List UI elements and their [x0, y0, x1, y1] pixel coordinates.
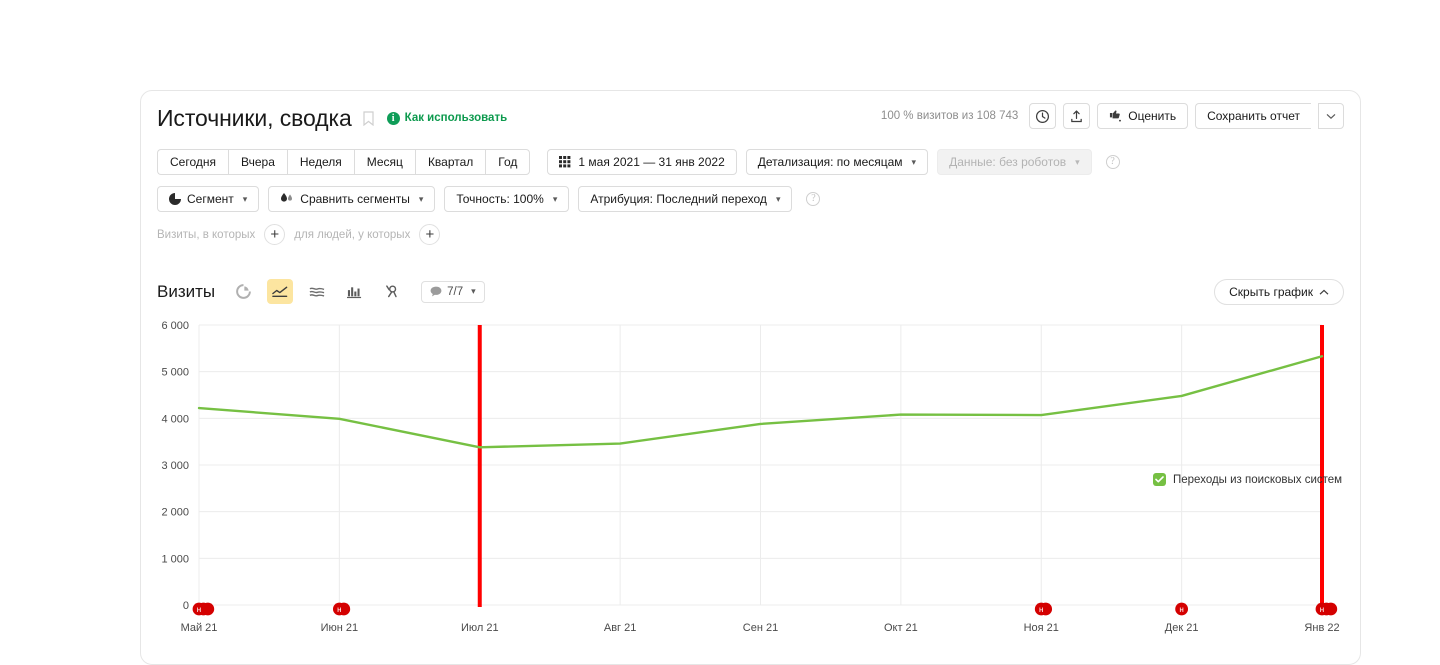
chart-title: Визиты — [157, 281, 216, 301]
rate-label: Оценить — [1128, 109, 1177, 123]
how-to-use-link[interactable]: i Как использовать — [386, 111, 508, 125]
info-icon: i — [386, 111, 400, 125]
svg-text:Ноя 21: Ноя 21 — [1024, 622, 1059, 634]
chart-plot-area: 0 1 000 2 000 3 000 4 000 5 000 6 000 Май 21 Июн… — [141, 313, 1362, 643]
metrica-report-page: Источники, сводка i Как использовать 100… — [0, 0, 1440, 665]
pie-chart-icon[interactable] — [230, 279, 256, 304]
add-visit-filter-button[interactable]: + — [264, 224, 286, 245]
clock-icon — [1036, 109, 1050, 123]
visits-summary: 100 % визитов из 108 743 — [880, 110, 1019, 122]
bookmark-icon[interactable] — [363, 110, 374, 126]
svg-text:Авг 21: Авг 21 — [604, 622, 636, 634]
svg-text:Июн 21: Июн 21 — [321, 622, 359, 634]
chevron-down-icon: ▾ — [775, 193, 781, 204]
export-icon — [1071, 109, 1083, 122]
svg-text:Окт 21: Окт 21 — [884, 622, 918, 634]
line-chart-icon[interactable] — [267, 279, 294, 304]
svg-text:н: н — [197, 605, 201, 614]
calendar-icon — [559, 155, 571, 167]
svg-text:1 000: 1 000 — [161, 553, 189, 565]
chart-header: Визиты 7/7 ▾ — [157, 279, 485, 304]
report-header: Источники, сводка i Как использовать 100… — [141, 91, 1360, 135]
period-tab-group: Сегодня Вчера Неделя Месяц Квартал Год — [157, 149, 531, 175]
period-tab-week[interactable]: Неделя — [286, 149, 354, 175]
date-range-picker[interactable]: 1 мая 2021 — 31 янв 2022 — [547, 149, 737, 175]
period-tab-today[interactable]: Сегодня — [157, 149, 228, 175]
toolbar-row-2: Сегмент ▾ Сравнить сегменты ▾ Точность: … — [157, 186, 821, 212]
export-icon-button[interactable] — [1063, 103, 1091, 129]
chevron-down-icon: ▾ — [418, 193, 424, 204]
svg-text:6 000: 6 000 — [161, 320, 189, 332]
svg-text:н: н — [1039, 605, 1043, 614]
header-actions: 100 % визитов из 108 743 Оценить Сохрани… — [881, 103, 1344, 129]
clock-icon-button[interactable] — [1029, 103, 1057, 129]
add-people-filter-button[interactable]: + — [419, 224, 441, 245]
chevron-down-icon: ▾ — [552, 193, 558, 204]
annotations-label: 7/7 — [447, 285, 464, 298]
accuracy-label: Точность: 100% — [456, 192, 544, 206]
how-to-use-label: Как использовать — [404, 112, 508, 124]
chevron-down-icon — [1326, 113, 1336, 119]
toolbar-row-1: Сегодня Вчера Неделя Месяц Квартал Год 1… — [157, 149, 1120, 175]
compare-segments-dropdown[interactable]: Сравнить сегменты ▾ — [268, 186, 436, 212]
data-filter-dropdown[interactable]: Данные: без роботов ▾ — [937, 149, 1092, 175]
chart-legend: Переходы из поисковых систем — [1153, 473, 1342, 486]
comment-icon — [430, 286, 442, 297]
period-tab-year[interactable]: Год — [485, 149, 531, 175]
annotations-dropdown[interactable]: 7/7 ▾ — [421, 280, 485, 303]
thumbs-icon — [1110, 109, 1122, 122]
svg-text:Сен 21: Сен 21 — [743, 622, 778, 634]
chevron-up-icon — [1319, 289, 1329, 295]
data-filter-label: Данные: без роботов — [949, 155, 1067, 169]
svg-text:н: н — [1179, 605, 1183, 614]
svg-text:Дек 21: Дек 21 — [1165, 622, 1199, 634]
area-chart-icon[interactable] — [304, 279, 330, 304]
period-tab-month[interactable]: Месяц — [353, 149, 415, 175]
segment-dropdown[interactable]: Сегмент ▾ — [157, 186, 260, 212]
attribution-label: Атрибуция: Последний переход — [590, 192, 767, 206]
svg-text:4 000: 4 000 — [161, 413, 189, 425]
compare-segments-label: Сравнить сегменты — [300, 192, 410, 206]
chevron-down-icon: ▾ — [911, 156, 917, 167]
hide-chart-button[interactable]: Скрыть график — [1214, 279, 1344, 305]
period-tab-yesterday[interactable]: Вчера — [228, 149, 287, 175]
save-report-label: Сохранить отчет — [1207, 109, 1300, 123]
svg-text:0: 0 — [183, 600, 189, 612]
visits-filter-text: Визиты, в которых — [157, 228, 256, 241]
svg-text:2 000: 2 000 — [161, 507, 189, 519]
detail-level-dropdown[interactable]: Детализация: по месяцам ▾ — [745, 149, 929, 175]
svg-text:Июл 21: Июл 21 — [461, 622, 499, 634]
question-icon[interactable]: ? — [1105, 155, 1120, 169]
svg-text:Янв 22: Янв 22 — [1304, 622, 1339, 634]
rate-button[interactable]: Оценить — [1097, 103, 1189, 129]
save-report-button[interactable]: Сохранить отчет — [1195, 103, 1311, 129]
save-report-dropdown-button[interactable] — [1318, 103, 1344, 129]
report-card: Источники, сводка i Как использовать 100… — [140, 90, 1361, 665]
map-chart-icon[interactable] — [378, 279, 404, 304]
svg-text:3 000: 3 000 — [161, 460, 189, 472]
chevron-down-icon: ▾ — [471, 286, 476, 296]
question-icon[interactable]: ? — [806, 192, 821, 206]
hide-chart-label: Скрыть график — [1229, 285, 1313, 299]
chevron-down-icon: ▾ — [242, 193, 248, 204]
compare-drops-icon — [281, 193, 293, 202]
check-icon[interactable] — [1153, 473, 1166, 486]
page-title: Источники, сводка — [157, 105, 352, 131]
detail-level-label: Детализация: по месяцам — [757, 155, 903, 169]
svg-text:н: н — [1320, 605, 1324, 614]
people-filter-text: для людей, у которых — [294, 228, 411, 241]
legend-label: Переходы из поисковых систем — [1173, 473, 1343, 486]
segment-label: Сегмент — [187, 192, 234, 206]
svg-text:Май 21: Май 21 — [181, 622, 218, 634]
bar-chart-icon[interactable] — [341, 279, 367, 304]
accuracy-dropdown[interactable]: Точность: 100% ▾ — [444, 186, 570, 212]
period-tab-quarter[interactable]: Квартал — [414, 149, 486, 175]
attribution-dropdown[interactable]: Атрибуция: Последний переход ▾ — [578, 186, 793, 212]
svg-text:н: н — [337, 605, 341, 614]
filter-row: Визиты, в которых + для людей, у которых… — [157, 224, 441, 245]
svg-text:5 000: 5 000 — [161, 367, 189, 379]
chevron-down-icon: ▾ — [1075, 156, 1080, 167]
date-range-label: 1 мая 2021 — 31 янв 2022 — [578, 155, 725, 169]
segment-pie-icon — [169, 193, 181, 205]
